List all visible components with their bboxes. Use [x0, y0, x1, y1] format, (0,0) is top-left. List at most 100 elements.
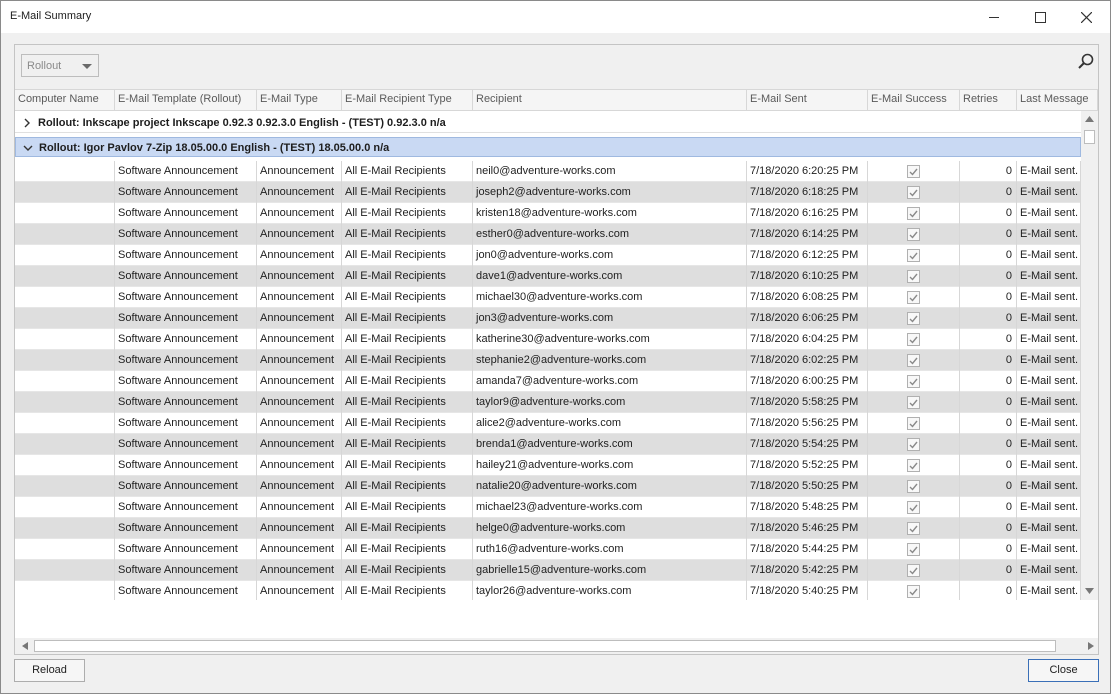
header-col-retries[interactable]: Retries	[960, 90, 1017, 110]
success-checkbox	[907, 270, 920, 283]
horizontal-scrollbar[interactable]	[15, 638, 1098, 654]
scroll-up-icon[interactable]	[1084, 115, 1095, 123]
close-button[interactable]: Close	[1028, 659, 1099, 682]
maximize-icon	[1034, 11, 1046, 23]
checkmark-icon	[909, 315, 918, 323]
cell-last-message: E-Mail sent.	[1017, 434, 1081, 455]
cell-computer-name	[15, 203, 115, 224]
table-row[interactable]: Software Announcement Announcement All E-M…	[15, 266, 1081, 287]
table-row[interactable]: Software Announcement Announcement All E-M…	[15, 560, 1081, 581]
reload-button[interactable]: Reload	[14, 659, 85, 682]
table-row[interactable]: Software Announcement Announcement All E-M…	[15, 371, 1081, 392]
cell-computer-name	[15, 182, 115, 203]
cell-email-success	[868, 560, 960, 581]
table-row[interactable]: Software Announcement Announcement All E-M…	[15, 476, 1081, 497]
cell-email-type: Announcement	[257, 329, 342, 350]
table-row[interactable]: Software Announcement Announcement All E-M…	[15, 518, 1081, 539]
scroll-down-icon[interactable]	[1084, 587, 1095, 595]
cell-email-template: Software Announcement	[115, 287, 257, 308]
vertical-scrollbar[interactable]	[1081, 111, 1098, 600]
table-row[interactable]: Software Announcement Announcement All E-M…	[15, 161, 1081, 182]
group-row[interactable]: Rollout: Inkscape project Inkscape 0.92.…	[15, 113, 1081, 133]
table-row[interactable]: Software Announcement Announcement All E-M…	[15, 245, 1081, 266]
table-row[interactable]: Software Announcement Announcement All E-M…	[15, 182, 1081, 203]
email-grid: Rollout: Inkscape project Inkscape 0.92.…	[15, 111, 1081, 600]
header-col-email-sent[interactable]: E-Mail Sent	[747, 90, 868, 110]
scroll-right-icon[interactable]	[1087, 641, 1095, 651]
cell-email-type: Announcement	[257, 434, 342, 455]
cell-recipient-type: All E-Mail Recipients	[342, 539, 473, 560]
cell-email-template: Software Announcement	[115, 371, 257, 392]
cell-recipient: esther0@adventure-works.com	[473, 224, 747, 245]
success-checkbox	[907, 438, 920, 451]
cell-recipient-type: All E-Mail Recipients	[342, 329, 473, 350]
cell-email-sent: 7/18/2020 5:58:25 PM	[747, 392, 868, 413]
cell-retries: 0	[960, 392, 1017, 413]
cell-email-type: Announcement	[257, 308, 342, 329]
cell-email-success	[868, 245, 960, 266]
chevron-down-icon[interactable]	[22, 142, 34, 154]
header-col-last-message[interactable]: Last Message	[1017, 90, 1098, 110]
group-by-dropdown[interactable]: Rollout	[21, 54, 99, 77]
cell-email-success	[868, 203, 960, 224]
table-row[interactable]: Software Announcement Announcement All E-M…	[15, 455, 1081, 476]
scroll-left-icon[interactable]	[21, 641, 29, 651]
cell-last-message: E-Mail sent.	[1017, 581, 1081, 600]
cell-computer-name	[15, 224, 115, 245]
table-row[interactable]: Software Announcement Announcement All E-M…	[15, 413, 1081, 434]
window-close-button[interactable]	[1063, 1, 1109, 33]
cell-recipient-type: All E-Mail Recipients	[342, 203, 473, 224]
cell-email-type: Announcement	[257, 476, 342, 497]
header-col-email-template[interactable]: E-Mail Template (Rollout)	[115, 90, 257, 110]
group-label: Rollout: Inkscape project Inkscape 0.92.…	[38, 117, 446, 129]
cell-email-type: Announcement	[257, 266, 342, 287]
cell-email-template: Software Announcement	[115, 497, 257, 518]
cell-computer-name	[15, 581, 115, 600]
table-row[interactable]: Software Announcement Announcement All E-M…	[15, 287, 1081, 308]
table-row[interactable]: Software Announcement Announcement All E-M…	[15, 350, 1081, 371]
table-row[interactable]: Software Announcement Announcement All E-M…	[15, 392, 1081, 413]
chevron-right-icon[interactable]	[21, 117, 33, 129]
cell-last-message: E-Mail sent.	[1017, 371, 1081, 392]
cell-email-template: Software Announcement	[115, 560, 257, 581]
cell-recipient-type: All E-Mail Recipients	[342, 518, 473, 539]
table-row[interactable]: Software Announcement Announcement All E-M…	[15, 539, 1081, 560]
table-row[interactable]: Software Announcement Announcement All E-M…	[15, 497, 1081, 518]
success-checkbox	[907, 186, 920, 199]
success-checkbox	[907, 312, 920, 325]
cell-email-success	[868, 581, 960, 600]
table-row[interactable]: Software Announcement Announcement All E-M…	[15, 434, 1081, 455]
minimize-button[interactable]	[971, 1, 1017, 33]
cell-email-success	[868, 413, 960, 434]
cell-recipient-type: All E-Mail Recipients	[342, 224, 473, 245]
header-col-email-type[interactable]: E-Mail Type	[257, 90, 342, 110]
maximize-button[interactable]	[1017, 1, 1063, 33]
group-row[interactable]: Rollout: Igor Pavlov 7-Zip 18.05.00.0 En…	[15, 137, 1081, 157]
cell-email-type: Announcement	[257, 518, 342, 539]
table-row[interactable]: Software Announcement Announcement All E-M…	[15, 581, 1081, 600]
cell-email-success	[868, 350, 960, 371]
header-col-recipient[interactable]: Recipient	[473, 90, 747, 110]
header-col-recipient-type[interactable]: E-Mail Recipient Type	[342, 90, 473, 110]
table-row[interactable]: Software Announcement Announcement All E-M…	[15, 203, 1081, 224]
success-checkbox	[907, 501, 920, 514]
cell-retries: 0	[960, 266, 1017, 287]
header-col-email-success[interactable]: E-Mail Success	[868, 90, 960, 110]
summary-grid-panel: Rollout Computer Name E-Mail Template (Ro…	[14, 44, 1099, 655]
cell-email-template: Software Announcement	[115, 413, 257, 434]
success-checkbox	[907, 480, 920, 493]
vertical-scroll-thumb[interactable]	[1084, 130, 1095, 144]
cell-recipient: amanda7@adventure-works.com	[473, 371, 747, 392]
cell-email-template: Software Announcement	[115, 392, 257, 413]
search-button[interactable]	[1077, 53, 1095, 71]
cell-email-success	[868, 161, 960, 182]
checkmark-icon	[909, 504, 918, 512]
table-row[interactable]: Software Announcement Announcement All E-M…	[15, 329, 1081, 350]
table-row[interactable]: Software Announcement Announcement All E-M…	[15, 224, 1081, 245]
cell-email-success	[868, 224, 960, 245]
success-checkbox	[907, 249, 920, 262]
close-icon	[1080, 11, 1092, 23]
table-row[interactable]: Software Announcement Announcement All E-M…	[15, 308, 1081, 329]
header-col-computer-name[interactable]: Computer Name	[15, 90, 115, 110]
horizontal-scroll-thumb[interactable]	[34, 640, 1056, 652]
